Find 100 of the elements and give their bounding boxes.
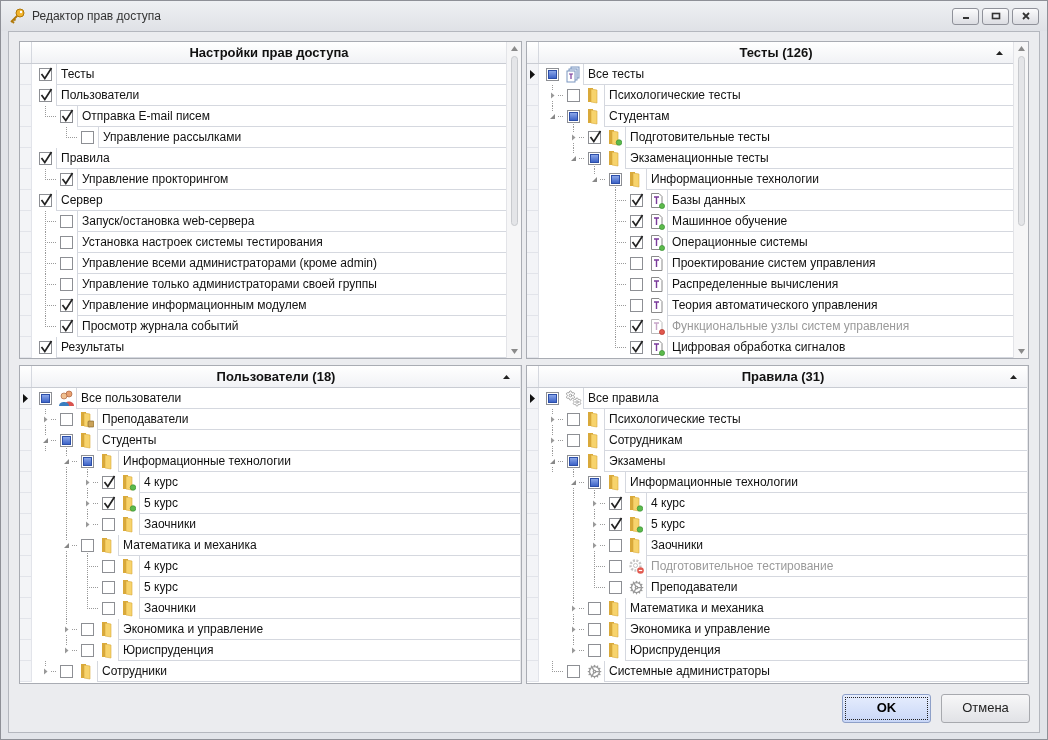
checkbox[interactable] (60, 434, 73, 447)
tree-item-label[interactable]: Просмотр журнала событий (82, 317, 239, 335)
tree-item-label[interactable]: Экзаменационные тесты (630, 149, 769, 167)
tree-item-label[interactable]: Тесты (61, 65, 95, 83)
tree-item-label[interactable]: Сотрудникам (609, 431, 683, 449)
checkbox[interactable] (81, 455, 94, 468)
checkbox[interactable] (39, 392, 52, 405)
checkbox[interactable] (60, 278, 73, 291)
tree-item-label[interactable]: Сотрудники (102, 662, 167, 680)
checkbox[interactable] (39, 68, 52, 81)
tree-item-label[interactable]: 5 курс (651, 515, 685, 533)
checkbox[interactable] (630, 257, 643, 270)
minimize-button[interactable] (952, 7, 979, 25)
scroll-down-icon[interactable] (1017, 349, 1025, 354)
checkbox[interactable] (609, 173, 622, 186)
checkbox[interactable] (60, 320, 73, 333)
tree-item-label[interactable]: Системные администраторы (609, 662, 770, 680)
tree-item-label[interactable]: Правила (61, 149, 110, 167)
checkbox[interactable] (588, 152, 601, 165)
checkbox[interactable] (630, 215, 643, 228)
checkbox[interactable] (567, 434, 580, 447)
column-header[interactable]: Тесты (126) (739, 42, 813, 63)
tree-item-label[interactable]: Управление всеми администраторами (кроме admin) (82, 254, 377, 272)
tree-item-label[interactable]: Машинное обучение (672, 212, 788, 230)
scroll-up-icon[interactable] (510, 46, 518, 51)
checkbox[interactable] (81, 539, 94, 552)
checkbox[interactable] (567, 413, 580, 426)
scroll-up-icon[interactable] (1017, 46, 1025, 51)
tree-item-label[interactable]: Все правила (588, 389, 659, 407)
checkbox[interactable] (588, 602, 601, 615)
tree-item-label[interactable]: Операционные системы (672, 233, 808, 251)
checkbox[interactable] (81, 623, 94, 636)
checkbox[interactable] (39, 152, 52, 165)
checkbox[interactable] (567, 455, 580, 468)
tree-item-label[interactable]: 4 курс (651, 494, 685, 512)
tree-item-label[interactable]: Заочники (144, 599, 196, 617)
checkbox[interactable] (60, 110, 73, 123)
checkbox[interactable] (60, 215, 73, 228)
row-selector[interactable] (527, 64, 539, 85)
tree-item-label[interactable]: Экзамены (609, 452, 666, 470)
checkbox[interactable] (588, 644, 601, 657)
ok-button[interactable]: OK (842, 693, 931, 723)
tree-item-label[interactable]: Пользователи (61, 86, 140, 104)
checkbox[interactable] (102, 518, 115, 531)
checkbox[interactable] (102, 560, 115, 573)
tree-item-label[interactable]: Теория автоматического управления (672, 296, 878, 314)
tree-item-label[interactable]: 4 курс (144, 473, 178, 491)
tree-item-label[interactable]: Информационные технологии (651, 170, 819, 188)
scroll-thumb[interactable] (1017, 56, 1025, 226)
tree-item-label[interactable]: Подготовительные тесты (630, 128, 770, 146)
checkbox[interactable] (609, 539, 622, 552)
tree-item-label[interactable]: Математика и механика (123, 536, 257, 554)
tree-item-label[interactable]: Юриспруденция (123, 641, 214, 659)
tree-item-label[interactable]: Заочники (144, 515, 196, 533)
scrollbar[interactable] (506, 42, 521, 358)
checkbox[interactable] (60, 236, 73, 249)
checkbox[interactable] (102, 602, 115, 615)
checkbox[interactable] (609, 497, 622, 510)
scrollbar[interactable] (1013, 42, 1028, 358)
tree-item-label[interactable]: Сервер (61, 191, 103, 209)
checkbox[interactable] (81, 644, 94, 657)
checkbox[interactable] (630, 341, 643, 354)
checkbox[interactable] (102, 497, 115, 510)
tree-item-label[interactable]: Преподаватели (651, 578, 738, 596)
checkbox[interactable] (588, 476, 601, 489)
tree-item-label[interactable]: 5 курс (144, 578, 178, 596)
scroll-down-icon[interactable] (510, 349, 518, 354)
tree-item-label[interactable]: Юриспруденция (630, 641, 721, 659)
tree-item-label[interactable]: Все пользователи (81, 389, 182, 407)
checkbox[interactable] (567, 110, 580, 123)
checkbox[interactable] (588, 623, 601, 636)
checkbox[interactable] (630, 278, 643, 291)
checkbox[interactable] (588, 131, 601, 144)
tree-item-label[interactable]: 5 курс (144, 494, 178, 512)
tree-item-label[interactable]: Запуск/остановка web-сервера (82, 212, 255, 230)
tree-item-label[interactable]: Экономика и управление (630, 620, 771, 638)
checkbox[interactable] (39, 194, 52, 207)
tree-item-label[interactable]: Управление только администраторами своей группы (82, 275, 377, 293)
tree-item-label[interactable]: Все тесты (588, 65, 645, 83)
checkbox[interactable] (102, 581, 115, 594)
checkbox[interactable] (567, 89, 580, 102)
checkbox[interactable] (630, 194, 643, 207)
tree-item-label[interactable]: Управление информационным модулем (82, 296, 307, 314)
checkbox[interactable] (60, 299, 73, 312)
checkbox[interactable] (630, 236, 643, 249)
checkbox[interactable] (546, 68, 559, 81)
tree-item-label[interactable]: Информационные технологии (123, 452, 291, 470)
checkbox[interactable] (546, 392, 559, 405)
checkbox[interactable] (60, 665, 73, 678)
tree-item-label[interactable]: Студенты (102, 431, 157, 449)
tree-item-label[interactable]: Математика и механика (630, 599, 764, 617)
tree-item-label[interactable]: Отправка E-mail писем (82, 107, 211, 125)
close-button[interactable] (1012, 7, 1039, 25)
checkbox[interactable] (609, 518, 622, 531)
tree-item-label[interactable]: Результаты (61, 338, 125, 356)
scroll-thumb[interactable] (510, 56, 518, 226)
cancel-button[interactable]: Отмена (941, 693, 1030, 723)
checkbox[interactable] (39, 341, 52, 354)
checkbox[interactable] (609, 581, 622, 594)
row-selector[interactable] (20, 388, 32, 409)
